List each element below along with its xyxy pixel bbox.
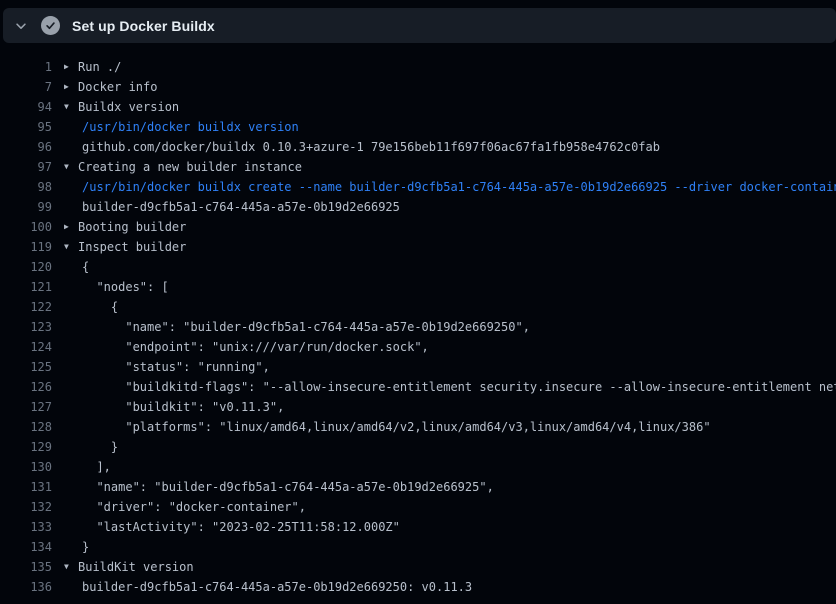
line-number[interactable]: 135: [0, 557, 52, 577]
log-line: 132 "driver": "docker-container",: [0, 497, 836, 517]
line-number[interactable]: 94: [0, 97, 52, 117]
log-line: 99 builder-d9cfb5a1-c764-445a-a57e-0b19d2…: [0, 197, 836, 217]
line-number[interactable]: 131: [0, 477, 52, 497]
log-text: Run ./: [78, 57, 121, 77]
log-text: Docker info: [78, 77, 157, 97]
line-number[interactable]: 100: [0, 217, 52, 237]
log-text: "lastActivity": "2023-02-25T11:58:12.000…: [78, 517, 400, 537]
log-text: builder-d9cfb5a1-c764-445a-a57e-0b19d2e6…: [78, 577, 472, 597]
log-text: "nodes": [: [78, 277, 169, 297]
log-line: 136 builder-d9cfb5a1-c764-445a-a57e-0b19d…: [0, 577, 836, 597]
line-number[interactable]: 95: [0, 117, 52, 137]
line-number[interactable]: 132: [0, 497, 52, 517]
log-text: {: [78, 257, 89, 277]
log-line: 130 ],: [0, 457, 836, 477]
line-number[interactable]: 98: [0, 177, 52, 197]
log-text: }: [78, 437, 118, 457]
line-number[interactable]: 133: [0, 517, 52, 537]
group-collapsed-icon[interactable]: ▶: [64, 77, 78, 97]
log-line: 125 "status": "running",: [0, 357, 836, 377]
log-group-row[interactable]: 135 ▼BuildKit version: [0, 557, 836, 577]
line-number[interactable]: 126: [0, 377, 52, 397]
log-line: 131 "name": "builder-d9cfb5a1-c764-445a-…: [0, 477, 836, 497]
chevron-down-icon[interactable]: [13, 18, 29, 34]
line-number[interactable]: 99: [0, 197, 52, 217]
log-line: 120 {: [0, 257, 836, 277]
log-line: 96 github.com/docker/buildx 0.10.3+azure-…: [0, 137, 836, 157]
log-text: BuildKit version: [78, 557, 194, 577]
step-title: Set up Docker Buildx: [72, 18, 215, 34]
line-number[interactable]: 134: [0, 537, 52, 557]
log-line: 127 "buildkit": "v0.11.3",: [0, 397, 836, 417]
line-number[interactable]: 121: [0, 277, 52, 297]
line-number[interactable]: 127: [0, 397, 52, 417]
log-line: 129 }: [0, 437, 836, 457]
line-number[interactable]: 120: [0, 257, 52, 277]
log-text: "platforms": "linux/amd64,linux/amd64/v2…: [78, 417, 711, 437]
line-number[interactable]: 130: [0, 457, 52, 477]
step-header[interactable]: Set up Docker Buildx: [3, 8, 836, 43]
log-group-row[interactable]: 119 ▼Inspect builder: [0, 237, 836, 257]
log-line: 126 "buildkitd-flags": "--allow-insecure…: [0, 377, 836, 397]
log-text: "name": "builder-d9cfb5a1-c764-445a-a57e…: [78, 477, 494, 497]
log-text: builder-d9cfb5a1-c764-445a-a57e-0b19d2e6…: [78, 197, 400, 217]
line-number[interactable]: 123: [0, 317, 52, 337]
log-text: "buildkit": "v0.11.3",: [78, 397, 284, 417]
log-text: "endpoint": "unix:///var/run/docker.sock…: [78, 337, 429, 357]
log-text: ],: [78, 457, 111, 477]
log-group-row[interactable]: 1 ▶Run ./: [0, 57, 836, 77]
log-line: 122 {: [0, 297, 836, 317]
log-line: 121 "nodes": [: [0, 277, 836, 297]
group-expanded-icon[interactable]: ▼: [64, 97, 78, 117]
log-line: 124 "endpoint": "unix:///var/run/docker.…: [0, 337, 836, 357]
line-number[interactable]: 96: [0, 137, 52, 157]
log-line: 134}: [0, 537, 836, 557]
log-line: 123 "name": "builder-d9cfb5a1-c764-445a-…: [0, 317, 836, 337]
log-text: Inspect builder: [78, 237, 186, 257]
line-number[interactable]: 129: [0, 437, 52, 457]
line-number[interactable]: 97: [0, 157, 52, 177]
log-text: "driver": "docker-container",: [78, 497, 306, 517]
log-group-row[interactable]: 94 ▼Buildx version: [0, 97, 836, 117]
log-text: }: [78, 537, 89, 557]
line-number[interactable]: 122: [0, 297, 52, 317]
line-number[interactable]: 124: [0, 337, 52, 357]
log-line: 133 "lastActivity": "2023-02-25T11:58:12…: [0, 517, 836, 537]
log-line: 128 "platforms": "linux/amd64,linux/amd6…: [0, 417, 836, 437]
line-number[interactable]: 136: [0, 577, 52, 597]
line-number[interactable]: 7: [0, 77, 52, 97]
log-text: "name": "builder-d9cfb5a1-c764-445a-a57e…: [78, 317, 530, 337]
check-circle-icon: [41, 16, 60, 35]
group-collapsed-icon[interactable]: ▶: [64, 57, 78, 77]
log-output: 1▶Run ./7▶Docker info94▼Buildx version95…: [0, 43, 836, 597]
log-line: 95/usr/bin/docker buildx version: [0, 117, 836, 137]
log-text: "status": "running",: [78, 357, 270, 377]
line-number[interactable]: 1: [0, 57, 52, 77]
log-text: Creating a new builder instance: [78, 157, 302, 177]
log-line: 98/usr/bin/docker buildx create --name b…: [0, 177, 836, 197]
line-number[interactable]: 128: [0, 417, 52, 437]
log-text: "buildkitd-flags": "--allow-insecure-ent…: [78, 377, 836, 397]
group-expanded-icon[interactable]: ▼: [64, 157, 78, 177]
group-collapsed-icon[interactable]: ▶: [64, 217, 78, 237]
log-text: Buildx version: [78, 97, 179, 117]
log-text: Booting builder: [78, 217, 186, 237]
log-text: /usr/bin/docker buildx version: [78, 117, 299, 137]
line-number[interactable]: 125: [0, 357, 52, 377]
log-text: /usr/bin/docker buildx create --name bui…: [78, 177, 836, 197]
log-text: github.com/docker/buildx 0.10.3+azure-1 …: [78, 137, 660, 157]
log-group-row[interactable]: 7 ▶Docker info: [0, 77, 836, 97]
group-expanded-icon[interactable]: ▼: [64, 237, 78, 257]
line-number[interactable]: 119: [0, 237, 52, 257]
log-group-row[interactable]: 97 ▼Creating a new builder instance: [0, 157, 836, 177]
log-group-row[interactable]: 100 ▶Booting builder: [0, 217, 836, 237]
group-expanded-icon[interactable]: ▼: [64, 557, 78, 577]
log-text: {: [78, 297, 118, 317]
